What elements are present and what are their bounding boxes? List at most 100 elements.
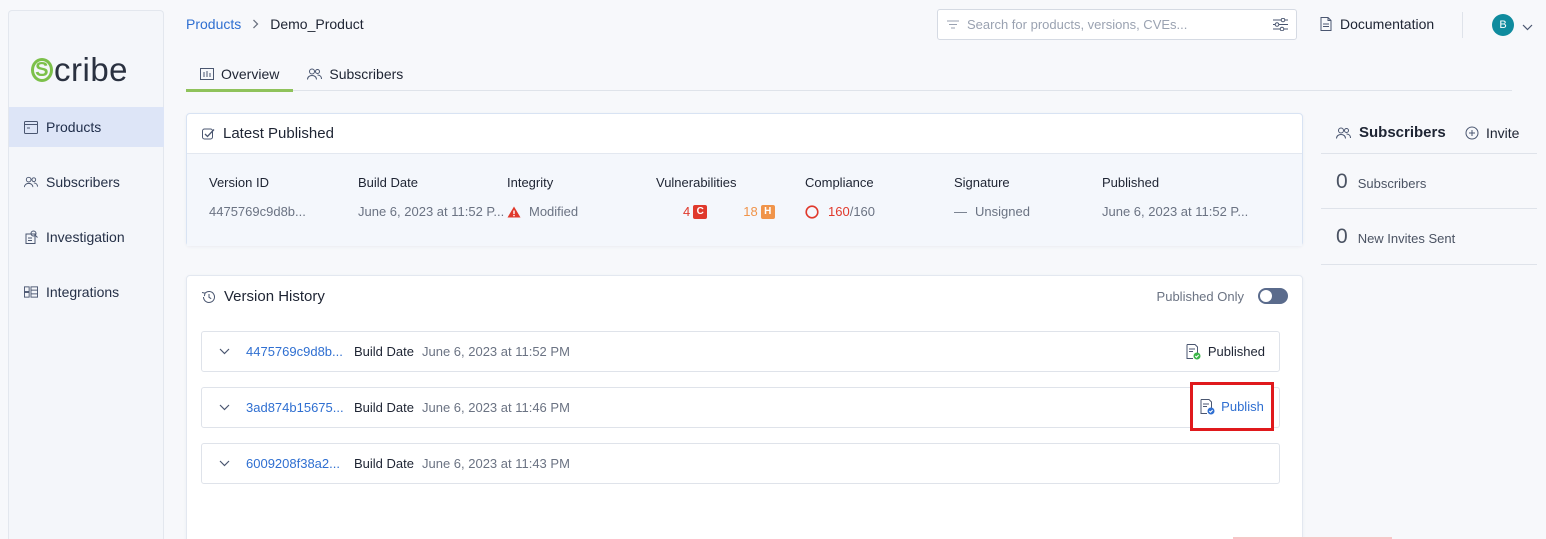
chevron-down-icon[interactable] (219, 460, 230, 467)
panel-divider (1321, 264, 1537, 265)
col-label: Build Date (358, 175, 418, 190)
chevron-down-icon[interactable] (219, 348, 230, 355)
sidebar-item-label: Products (46, 119, 102, 135)
plus-circle-icon (1465, 126, 1479, 140)
search-input[interactable] (967, 17, 1257, 32)
invite-button[interactable]: Invite (1465, 125, 1519, 141)
app-root: Scribe Products Subscribers Investigatio… (0, 0, 1546, 539)
tab-label: Subscribers (329, 65, 404, 82)
latest-published-card: Latest Published Version ID 4475769c9d8b… (186, 113, 1303, 246)
build-date-value: June 6, 2023 at 11:43 PM (421, 456, 570, 471)
version-row[interactable]: 4475769c9d8b... Build Date June 6, 2023 … (201, 331, 1280, 372)
panel-title-text: Subscribers (1359, 124, 1446, 141)
filter-sliders-icon[interactable] (1273, 17, 1288, 36)
breadcrumb-current: Demo_Product (270, 16, 364, 32)
critical-badge: C (693, 204, 708, 219)
col-integrity: Integrity Modified (507, 175, 578, 219)
invite-label: Invite (1486, 125, 1520, 141)
col-label: Version ID (209, 175, 269, 190)
build-date-value: June 6, 2023 at 11:52 PM (421, 344, 570, 359)
compliance-total: /160 (849, 204, 876, 219)
latest-published-details: Version ID 4475769c9d8b... Build Date Ju… (187, 154, 1302, 246)
investigation-icon (24, 230, 38, 244)
avatar[interactable]: B (1492, 14, 1514, 36)
compliance-ring-icon (805, 204, 819, 219)
col-label: Published (1102, 175, 1160, 190)
subscribers-panel-title: Subscribers (1336, 124, 1446, 141)
scribe-logo[interactable]: Scribe (31, 51, 128, 89)
integrity-value: Modified (507, 204, 578, 219)
critical-count: 4 (683, 204, 691, 219)
history-icon (201, 290, 215, 303)
sidebar-item-subscribers[interactable]: Subscribers (9, 162, 164, 202)
stat-number: 0 (1336, 225, 1348, 248)
vulnerabilities-value[interactable]: 4 C 18 H (683, 204, 775, 219)
version-row[interactable]: 3ad874b15675... Build Date June 6, 2023 … (201, 382, 1280, 431)
users-icon (1336, 127, 1351, 139)
col-signature: Signature — Unsigned (954, 175, 1030, 219)
breadcrumb-chevron-icon (252, 17, 259, 32)
stat-label: New Invites Sent (1357, 231, 1456, 246)
sidebar-item-integrations[interactable]: Integrations (9, 272, 164, 312)
logo-text: cribe (54, 51, 129, 88)
stat-label: Subscribers (1357, 176, 1427, 191)
published-only-toggle[interactable] (1258, 288, 1288, 304)
signature-value: — Unsigned (954, 204, 1030, 219)
col-published: Published June 6, 2023 at 11:52 P... (1102, 175, 1248, 219)
chevron-down-icon[interactable] (1522, 18, 1533, 36)
high-badge: H (760, 204, 775, 219)
version-id-link[interactable]: 3ad874b15675... (246, 400, 354, 415)
signature-text: Unsigned (975, 204, 1030, 219)
build-date-value: June 6, 2023 at 11:52 P... (358, 204, 505, 219)
col-build-date: Build Date June 6, 2023 at 11:52 P... (358, 175, 504, 219)
publish-label: Publish (1221, 399, 1264, 414)
breadcrumb: Products Demo_Product (186, 16, 364, 32)
users-icon (307, 68, 323, 80)
document-icon (1320, 17, 1332, 31)
col-label: Compliance (805, 175, 874, 190)
compliance-value[interactable]: 160/160 (805, 204, 875, 219)
sidebar-item-label: Investigation (46, 229, 125, 245)
sidebar-item-investigation[interactable]: Investigation (9, 217, 164, 257)
compliance-passed: 160 (828, 204, 850, 219)
sidebar-item-products[interactable]: Products (9, 107, 164, 147)
header-divider (1462, 12, 1463, 38)
dash-icon: — (954, 204, 967, 219)
products-icon (24, 120, 38, 134)
version-id-link[interactable]: 6009208f38a2... (246, 456, 354, 471)
stat-number: 0 (1336, 170, 1348, 193)
tab-subscribers[interactable]: Subscribers (293, 56, 417, 91)
published-doc-icon (1186, 343, 1201, 359)
version-id-value[interactable]: 4475769c9d8b... (209, 204, 306, 219)
version-id-link[interactable]: 4475769c9d8b... (246, 344, 354, 359)
card-title-text: Latest Published (223, 125, 334, 142)
invites-sent-stat: 0 New Invites Sent (1336, 225, 1455, 249)
card-title-text: Version History (224, 288, 325, 305)
version-history-card: Version History Published Only 4475769c9… (186, 275, 1303, 539)
col-compliance: Compliance 160/160 (805, 175, 875, 219)
integrations-icon (24, 285, 38, 299)
version-row[interactable]: 6009208f38a2... Build Date June 6, 2023 … (201, 443, 1280, 484)
tab-overview[interactable]: Overview (186, 56, 294, 92)
publish-doc-icon (1200, 398, 1215, 414)
col-version-id: Version ID 4475769c9d8b... (209, 175, 306, 219)
documentation-label: Documentation (1340, 16, 1435, 32)
toggle-label: Published Only (1156, 288, 1244, 304)
published-only-filter: Published Only (1157, 288, 1288, 304)
sidebar: Scribe Products Subscribers Investigatio… (8, 10, 164, 539)
high-count: 18 (743, 204, 758, 219)
chevron-down-icon[interactable] (219, 404, 230, 411)
tab-bar: Overview Subscribers (186, 56, 1512, 92)
latest-published-title: Latest Published (201, 125, 334, 142)
search-box (937, 9, 1297, 40)
publish-button[interactable]: Publish (1190, 382, 1274, 431)
published-value: June 6, 2023 at 11:52 P... (1102, 204, 1249, 219)
build-date-label: Build Date (354, 400, 414, 415)
panel-divider (1321, 208, 1537, 209)
col-label: Integrity (507, 175, 554, 190)
logo-mark: S (31, 58, 53, 82)
sidebar-item-label: Subscribers (46, 174, 120, 190)
sidebar-item-label: Integrations (46, 284, 120, 300)
breadcrumb-products-link[interactable]: Products (186, 16, 241, 32)
documentation-link[interactable]: Documentation (1320, 16, 1434, 32)
